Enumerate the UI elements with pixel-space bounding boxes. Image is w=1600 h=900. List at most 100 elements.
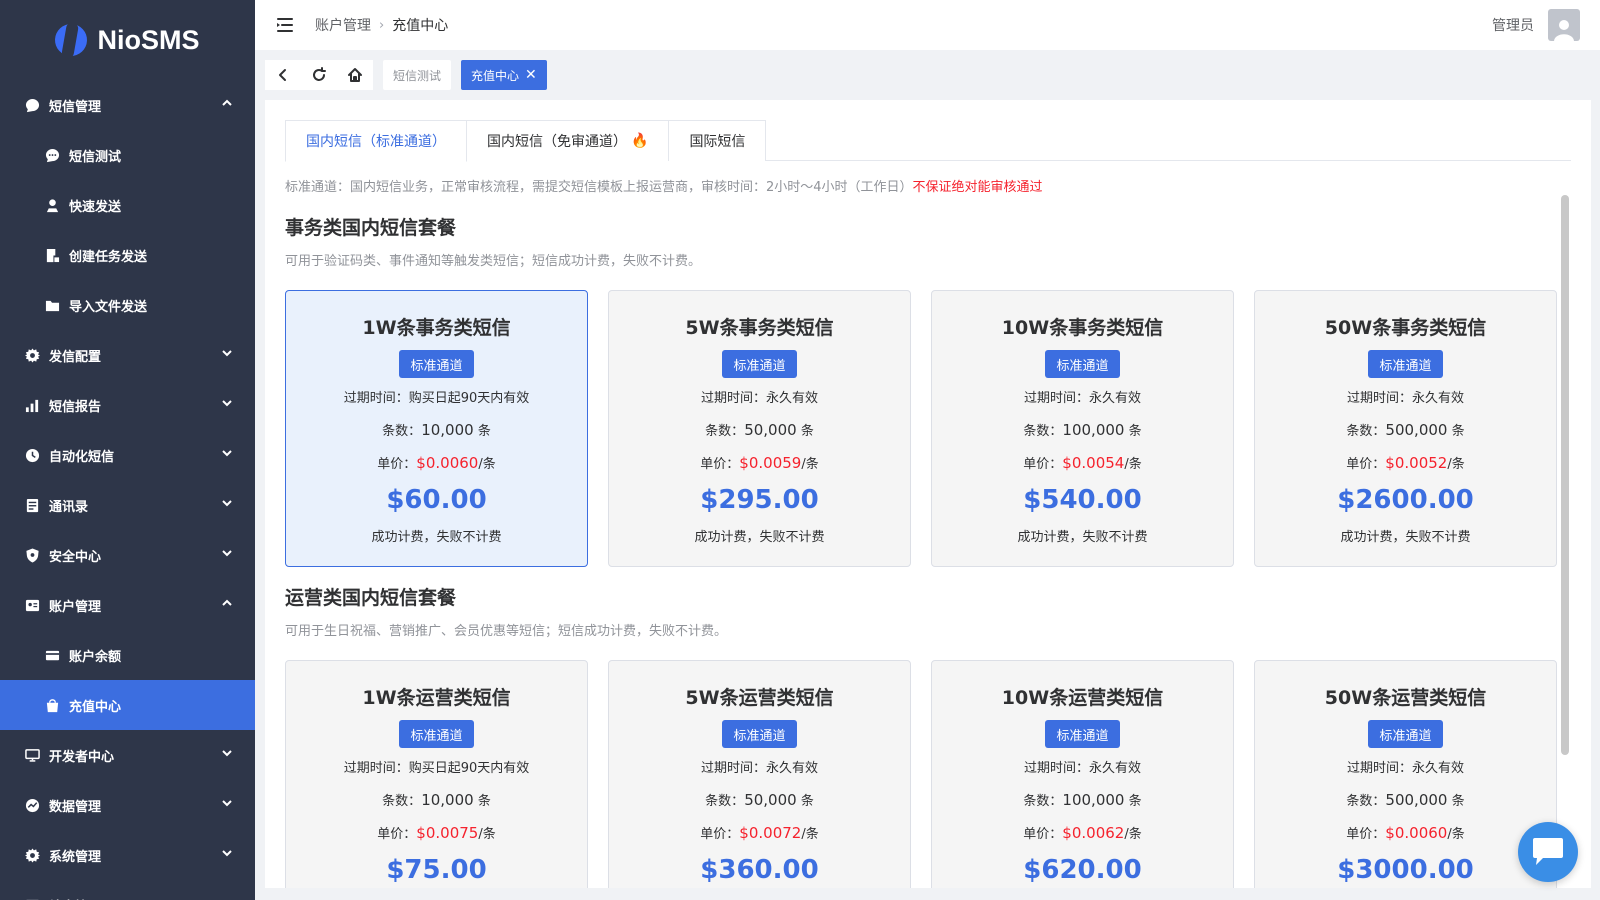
- package-title: 10W条事务类短信: [1001, 317, 1164, 339]
- price-label: 单价：: [377, 827, 417, 842]
- hamburger-icon[interactable]: [275, 15, 295, 35]
- sidebar-item[interactable]: 短信报告: [0, 380, 255, 430]
- package-unit-price: 单价：$0.0052/条: [1346, 452, 1464, 476]
- channel-badge: 标准通道: [722, 350, 797, 378]
- home-button[interactable]: [337, 60, 373, 90]
- sidebar-item[interactable]: 数据管理: [0, 780, 255, 830]
- count-label: 条数：: [705, 424, 745, 439]
- expiry-label: 过期时间：: [1346, 761, 1412, 776]
- sidebar-item[interactable]: 短信管理: [0, 80, 255, 130]
- sidebar-item-label: 短信测试: [69, 149, 122, 165]
- package-card[interactable]: 50W条事务类短信 标准通道 过期时间：永久有效 条数：500,000 条单价：$0.…: [1254, 290, 1557, 567]
- package-count: 条数：50,000 条: [705, 419, 814, 443]
- price-unit: /条: [1124, 827, 1142, 842]
- billing-note: 成功计费，失败不计费: [371, 530, 502, 545]
- package-expiry: 过期时间：购买日起90天内有效: [344, 388, 530, 410]
- chevron-left-icon: [279, 69, 286, 81]
- price-label: 单价：: [700, 827, 740, 842]
- expiry-value: 永久有效: [766, 761, 819, 776]
- unit-price-value: $0.0062: [1062, 824, 1125, 842]
- sidebar-item[interactable]: 账户管理: [0, 580, 255, 630]
- package-count: 条数：100,000 条: [1023, 419, 1141, 443]
- sidebar-item-label: 自动化短信: [49, 449, 115, 465]
- sidebar-item[interactable]: 系统管理: [0, 830, 255, 880]
- sidebar-item[interactable]: 充值中心: [0, 680, 255, 730]
- price-unit: /条: [801, 827, 819, 842]
- close-icon[interactable]: ✕: [525, 67, 537, 83]
- sidebar-item-label: 短信管理: [49, 99, 102, 115]
- expiry-label: 过期时间：: [700, 391, 766, 406]
- unit-price-value: $0.0060: [416, 454, 479, 472]
- brand-logo-icon: [50, 19, 92, 61]
- package-card[interactable]: 5W条运营类短信 标准通道 过期时间：永久有效 条数：50,000 条单价：$0.00…: [608, 660, 911, 888]
- logo[interactable]: NioSMS: [0, 0, 255, 80]
- sidebar-item[interactable]: 自动化短信: [0, 430, 255, 480]
- chevron-down-icon: [221, 797, 233, 813]
- package-card[interactable]: 10W条事务类短信 标准通道 过期时间：永久有效 条数：100,000 条单价：$0.…: [931, 290, 1234, 567]
- expiry-label: 过期时间：: [343, 391, 409, 406]
- package-card[interactable]: 10W条运营类短信 标准通道 过期时间：永久有效 条数：100,000 条单价：$0.…: [931, 660, 1234, 888]
- sidebar-item[interactable]: 快速发送: [0, 180, 255, 230]
- back-button[interactable]: [265, 60, 301, 90]
- expiry-value: 永久有效: [1089, 761, 1142, 776]
- package-total-price: $360.00: [700, 855, 819, 885]
- count-label: 条数：: [1023, 424, 1063, 439]
- expiry-value: 永久有效: [766, 391, 819, 406]
- breadcrumb-current: 充值中心: [392, 18, 449, 34]
- tab-domestic-standard[interactable]: 国内短信（标准通道）: [285, 120, 467, 162]
- avatar[interactable]: [1548, 9, 1580, 41]
- section-title-marketing: 运营类国内短信套餐: [285, 587, 457, 609]
- sidebar-item[interactable]: 开发者中心: [0, 730, 255, 780]
- count-label: 条数：: [1346, 794, 1386, 809]
- tab-domestic-exempt[interactable]: 国内短信（免审通道） 🔥: [466, 120, 670, 161]
- package-card[interactable]: 5W条事务类短信 标准通道 过期时间：永久有效 条数：50,000 条单价：$0.00…: [608, 290, 911, 567]
- package-unit-price: 单价：$0.0060/条: [377, 452, 495, 476]
- channel-badge: 标准通道: [722, 720, 797, 748]
- sidebar-item-label: 创建任务发送: [69, 249, 148, 265]
- sidebar-item[interactable]: 导入文件发送: [0, 280, 255, 330]
- sidebar-item-label: 开发者中心: [49, 749, 115, 765]
- monitor-icon: [24, 747, 40, 763]
- count-unit: 条: [1447, 794, 1465, 809]
- user-menu[interactable]: 管理员: [1492, 9, 1580, 41]
- package-count: 条数：10,000 条: [382, 789, 491, 813]
- sidebar-item[interactable]: 创建任务发送: [0, 230, 255, 280]
- count-value: 500,000: [1385, 421, 1448, 439]
- sidebar-item[interactable]: 安全中心: [0, 530, 255, 580]
- count-label: 条数：: [382, 794, 422, 809]
- tag-recharge-center[interactable]: 充值中心 ✕: [461, 60, 547, 90]
- expiry-label: 过期时间：: [343, 761, 409, 776]
- channel-badge: 标准通道: [399, 720, 474, 748]
- sidebar-item[interactable]: 站内管理: [0, 880, 255, 900]
- sidebar-item-label: 站内管理: [49, 896, 221, 900]
- refresh-button[interactable]: [301, 60, 337, 90]
- chevron-down-icon: [221, 397, 233, 413]
- package-title: 50W条事务类短信: [1324, 317, 1487, 339]
- top-header: 账户管理 › 充值中心 管理员: [255, 0, 1600, 50]
- expiry-label: 过期时间：: [1023, 761, 1089, 776]
- tab-label: 国内短信（免审通道）: [487, 134, 627, 150]
- package-card[interactable]: 1W条运营类短信 标准通道 过期时间：购买日起90天内有效 条数：10,000 条单价…: [285, 660, 588, 888]
- sidebar-item[interactable]: 通讯录: [0, 480, 255, 530]
- package-total-price: $60.00: [386, 485, 487, 515]
- sidebar-item[interactable]: 短信测试: [0, 130, 255, 180]
- sidebar-item[interactable]: 账户余额: [0, 630, 255, 680]
- package-card[interactable]: 1W条事务类短信 标准通道 过期时间：购买日起90天内有效 条数：10,000 条单价…: [285, 290, 588, 567]
- chat-bubble-icon: [24, 97, 40, 113]
- count-label: 条数：: [382, 424, 422, 439]
- tag-sms-test[interactable]: 短信测试: [383, 60, 452, 90]
- expiry-value: 永久有效: [1412, 391, 1465, 406]
- chat-support-button[interactable]: [1518, 822, 1578, 882]
- package-expiry: 过期时间：购买日起90天内有效: [344, 758, 530, 780]
- sidebar-item-label: 发信配置: [49, 349, 102, 365]
- sidebar-item[interactable]: 发信配置: [0, 330, 255, 380]
- package-card[interactable]: 50W条运营类短信 标准通道 过期时间：永久有效 条数：500,000 条单价：$0.…: [1254, 660, 1557, 888]
- package-total-price: $75.00: [386, 855, 487, 885]
- tab-international[interactable]: 国际短信: [668, 120, 767, 161]
- sidebar-item-label: 安全中心: [49, 549, 102, 565]
- scrollbar[interactable]: [1561, 195, 1569, 755]
- price-label: 单价：: [1023, 827, 1063, 842]
- price-unit: /条: [478, 457, 496, 472]
- count-label: 条数：: [1346, 424, 1386, 439]
- breadcrumb-item[interactable]: 账户管理: [315, 15, 371, 35]
